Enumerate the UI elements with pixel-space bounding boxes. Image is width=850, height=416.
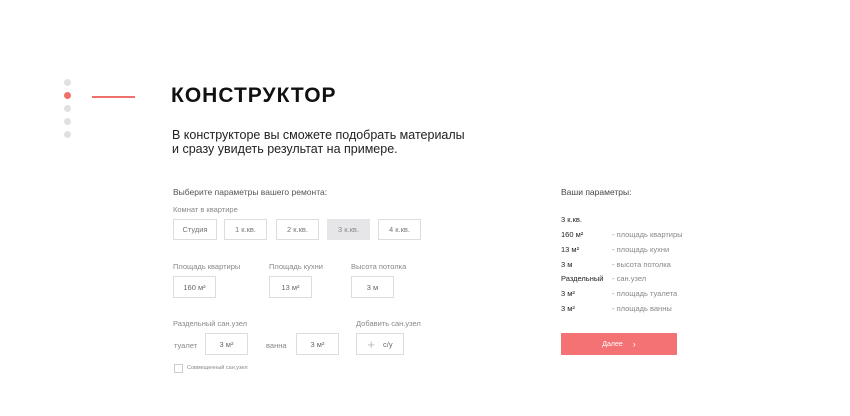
add-bath-label: Добавить сан.узел — [356, 319, 421, 328]
area-input[interactable]: 160 м² — [173, 276, 216, 298]
pager-dot[interactable] — [64, 131, 71, 138]
combined-bath-label: Совмещенный сан.узел — [187, 365, 248, 371]
ceiling-label: Высота потолка — [351, 262, 407, 271]
accent-line — [92, 96, 135, 98]
param-kitchen-desc: - площадь кухни — [612, 245, 670, 254]
add-bath-button[interactable]: + с/у — [356, 333, 404, 355]
next-label: Далее — [602, 340, 623, 348]
area-label: Площадь квартиры — [173, 262, 241, 271]
param-area-value: 160 м² — [561, 230, 584, 239]
rooms-label: Комнат в квартире — [173, 205, 238, 214]
bath-word: ванна — [266, 341, 287, 350]
param-area-desc: - площадь квартиры — [612, 230, 683, 239]
section-pager — [64, 79, 74, 144]
room-option-4[interactable]: 4 к.кв. — [378, 219, 421, 240]
ceiling-input[interactable]: 3 м — [351, 276, 394, 298]
param-bath-value: 3 м² — [561, 304, 575, 313]
pager-dot[interactable] — [64, 105, 71, 112]
param-toilet-value: 3 м² — [561, 289, 575, 298]
params-heading: Ваши параметры: — [561, 187, 632, 197]
toilet-input[interactable]: 3 м² — [205, 333, 248, 355]
param-bath-desc: - площадь ванны — [612, 304, 672, 313]
room-option-2[interactable]: 2 к.кв. — [276, 219, 319, 240]
intro-text: В конструкторе вы сможете подобрать мате… — [172, 128, 492, 156]
param-kitchen-value: 13 м² — [561, 245, 580, 254]
param-rooms-value: 3 к.кв. — [561, 215, 582, 224]
room-option-studio[interactable]: Студия — [173, 219, 217, 240]
param-bath-type-value: Раздельный — [561, 274, 604, 283]
room-option-1[interactable]: 1 к.кв. — [224, 219, 267, 240]
intro-line-1: В конструкторе вы сможете подобрать мате… — [172, 128, 465, 142]
kitchen-label: Площадь кухни — [269, 262, 323, 271]
plus-icon: + — [367, 336, 375, 352]
param-ceiling-desc: - высота потолка — [612, 260, 671, 269]
bath-label: Раздельный сан.узел — [173, 319, 248, 328]
pager-dot-active[interactable] — [64, 92, 71, 99]
param-toilet-desc: - площадь туалета — [612, 289, 678, 298]
next-button[interactable]: Далее › — [561, 333, 677, 355]
chevron-right-icon: › — [632, 339, 636, 349]
pager-dot[interactable] — [64, 79, 71, 86]
bath-input[interactable]: 3 м² — [296, 333, 339, 355]
combined-bath-checkbox[interactable] — [174, 364, 183, 373]
param-ceiling-value: 3 м — [561, 260, 573, 269]
toilet-label: туалет — [174, 341, 198, 350]
room-option-3-selected[interactable]: 3 к.кв. — [327, 219, 370, 240]
kitchen-input[interactable]: 13 м² — [269, 276, 312, 298]
param-bath-type-desc: - сан.узел — [612, 274, 647, 283]
page-title: КОНСТРУКТОР — [171, 84, 337, 107]
form-heading: Выберите параметры вашего ремонта: — [173, 187, 328, 197]
intro-line-2: и сразу увидеть результат на примере. — [172, 142, 398, 156]
pager-dot[interactable] — [64, 118, 71, 125]
add-bath-text: с/у — [383, 339, 393, 349]
